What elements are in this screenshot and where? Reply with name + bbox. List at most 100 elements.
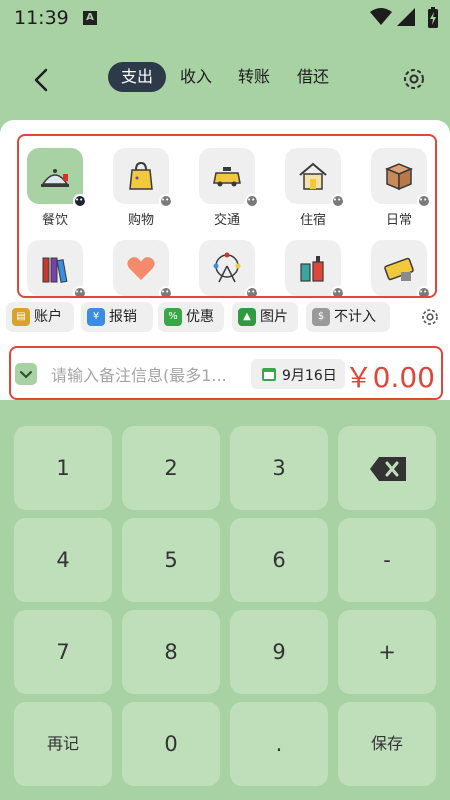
note-amount-bar: 9月16日 ￥0.00 (9, 346, 443, 400)
more-options-icon: ••• (331, 286, 345, 296)
box-icon (385, 163, 413, 191)
key-plus[interactable]: + (338, 610, 436, 694)
more-options-icon: ••• (245, 286, 259, 296)
key-backspace[interactable] (338, 426, 436, 510)
tab-income[interactable]: 收入 (172, 62, 220, 92)
status-time: 11:39 (14, 7, 69, 29)
house-icon (299, 162, 327, 190)
chip-label: 不计入 (334, 309, 376, 325)
category-daily[interactable]: ••• 日常 (369, 148, 431, 228)
date-label: 9月16日 (282, 368, 337, 384)
reimburse-chip[interactable]: ¥ 报销 (81, 302, 153, 332)
category-label: 住宿 (299, 213, 326, 228)
category-tile: ••• (199, 148, 259, 208)
key-7[interactable]: 7 (14, 610, 112, 694)
more-options-icon: ••• (331, 194, 345, 208)
record-again-button[interactable]: 再记 (14, 702, 112, 786)
signal-icon (397, 8, 415, 26)
note-input[interactable] (51, 362, 247, 388)
dining-icon (41, 169, 69, 187)
account-icon: ▤ (12, 308, 30, 326)
image-icon: ▲ (238, 308, 256, 326)
category-label: 购物 (127, 213, 154, 228)
category-lodging[interactable]: ••• 住宿 (283, 148, 345, 228)
category-grid: ••• 餐饮 ••• 购物 ••• 交通 ••• 住宿 ••• 日常 ••• •… (17, 134, 437, 298)
category-heart[interactable]: ••• (111, 240, 173, 296)
heart-icon (127, 257, 155, 280)
ferris-wheel-icon (213, 252, 241, 283)
category-transport[interactable]: ••• 交通 (197, 148, 259, 228)
discount-chip[interactable]: % 优惠 (158, 302, 224, 332)
more-options-icon: ••• (73, 194, 87, 208)
books-icon (42, 257, 68, 283)
key-9[interactable]: 9 (230, 610, 328, 694)
tab-borrow-repay[interactable]: 借还 (289, 62, 337, 92)
numeric-keypad: 1 2 3 4 5 6 - 7 8 9 + 再记 0 . 保存 (0, 410, 450, 800)
category-tile: ••• (285, 240, 345, 296)
more-options-icon: ••• (417, 286, 431, 296)
category-label: 交通 (213, 213, 240, 228)
account-chip[interactable]: ▤ 账户 (6, 302, 74, 332)
category-tile: ••• (113, 148, 173, 208)
chip-label: 图片 (260, 309, 288, 325)
wifi-icon (370, 8, 392, 25)
category-label: 餐饮 (41, 213, 68, 228)
key-minus[interactable]: - (338, 518, 436, 602)
collapse-chevron-button[interactable] (15, 363, 37, 385)
category-tile: ••• (199, 240, 259, 296)
category-tile: ••• (27, 148, 87, 208)
more-options-icon: ••• (245, 194, 259, 208)
category-tile: ••• (371, 240, 431, 296)
settings-gear-icon[interactable] (401, 66, 427, 92)
key-1[interactable]: 1 (14, 426, 112, 510)
key-8[interactable]: 8 (122, 610, 220, 694)
more-options-icon: ••• (159, 286, 173, 296)
backspace-icon (370, 457, 406, 481)
key-3[interactable]: 3 (230, 426, 328, 510)
cosmetics-icon (300, 256, 324, 282)
chip-label: 账户 (34, 309, 62, 325)
battery-icon (428, 7, 438, 28)
reimburse-icon: ¥ (87, 308, 105, 326)
back-arrow-icon[interactable] (28, 66, 56, 94)
ticket-icon (384, 257, 414, 281)
category-tile: ••• (285, 148, 345, 208)
chip-label: 优惠 (186, 309, 214, 325)
chip-settings-gear-icon[interactable] (420, 307, 440, 327)
category-tickets[interactable]: ••• (369, 240, 431, 296)
exclude-icon: $ (312, 308, 330, 326)
exclude-chip[interactable]: $ 不计入 (306, 302, 390, 332)
chevron-down-icon (20, 371, 32, 379)
category-label: 日常 (385, 213, 412, 228)
amount-display: ￥0.00 (344, 361, 435, 394)
calendar-icon (262, 368, 276, 381)
key-4[interactable]: 4 (14, 518, 112, 602)
key-dot[interactable]: . (230, 702, 328, 786)
key-0[interactable]: 0 (122, 702, 220, 786)
chip-label: 报销 (109, 309, 137, 325)
category-tile: ••• (371, 148, 431, 208)
category-tile: ••• (113, 240, 173, 296)
category-dining[interactable]: ••• 餐饮 (25, 148, 87, 228)
category-shopping[interactable]: ••• 购物 (111, 148, 173, 228)
notification-a-icon: A (83, 11, 97, 25)
discount-icon: % (164, 308, 182, 326)
option-chips-row: ▤ 账户 ¥ 报销 % 优惠 ▲ 图片 $ 不计入 (0, 302, 450, 336)
taxi-icon (213, 167, 241, 187)
category-tile: ••• (27, 240, 87, 296)
key-2[interactable]: 2 (122, 426, 220, 510)
tab-expense[interactable]: 支出 (108, 62, 166, 92)
category-cosmetics[interactable]: ••• (283, 240, 345, 296)
more-options-icon: ••• (73, 286, 87, 296)
more-options-icon: ••• (417, 194, 431, 208)
category-entertainment[interactable]: ••• (197, 240, 259, 296)
key-5[interactable]: 5 (122, 518, 220, 602)
key-6[interactable]: 6 (230, 518, 328, 602)
status-bar: 11:39 A (0, 0, 450, 36)
date-picker-chip[interactable]: 9月16日 (251, 359, 345, 389)
tab-transfer[interactable]: 转账 (230, 62, 278, 92)
more-options-icon: ••• (159, 194, 173, 208)
save-button[interactable]: 保存 (338, 702, 436, 786)
image-chip[interactable]: ▲ 图片 (232, 302, 298, 332)
category-books[interactable]: ••• (25, 240, 87, 296)
